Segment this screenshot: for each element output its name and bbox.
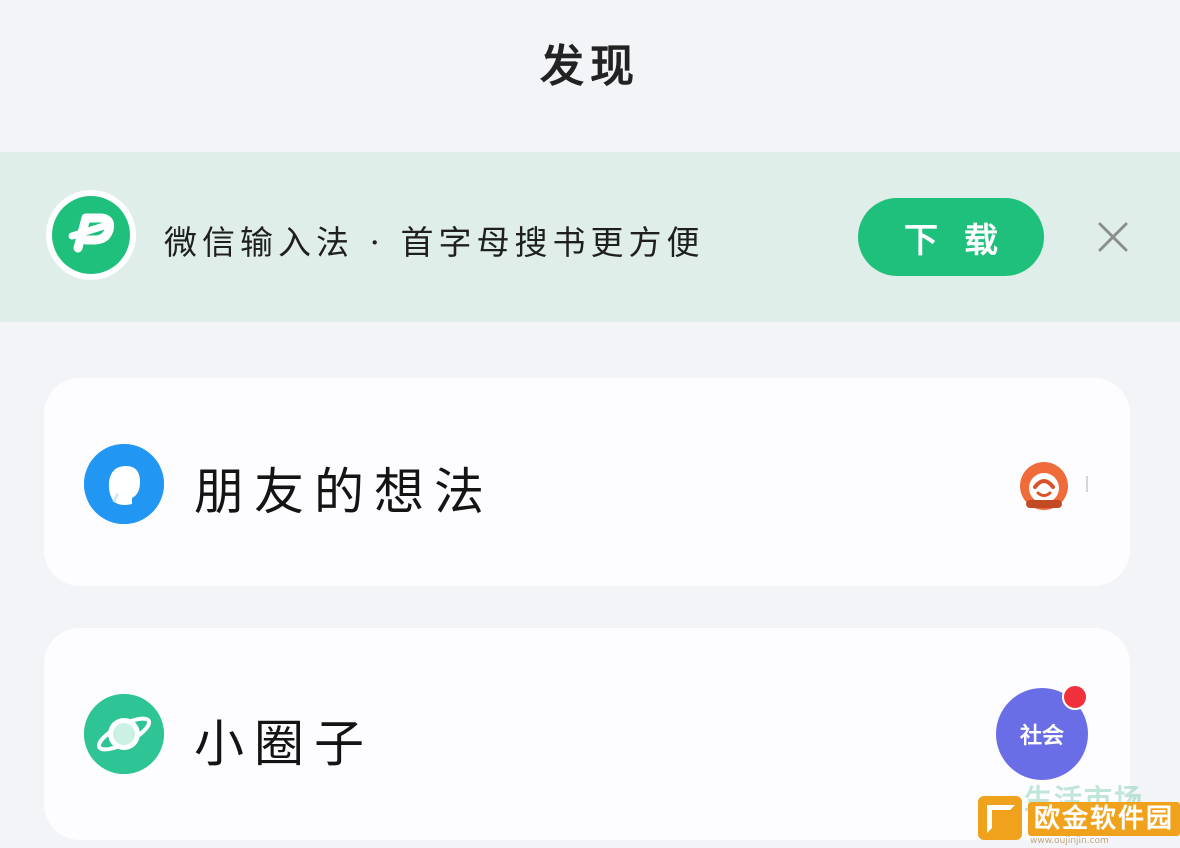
- page-title: 发现: [540, 41, 640, 92]
- wechat-input-method-icon: [46, 190, 136, 280]
- divider-tick: [1086, 476, 1088, 492]
- banner-text: 微信输入法 · 首字母搜书更方便: [164, 223, 705, 262]
- watermark-brand: 欧金软件园: [1028, 802, 1180, 836]
- friend-thoughts-icon: [84, 444, 164, 524]
- download-button[interactable]: 下载: [858, 198, 1044, 276]
- friend-avatar[interactable]: [1018, 460, 1070, 512]
- menu-item-circle[interactable]: 小圈子 社会: [44, 628, 1130, 840]
- watermark-logo-icon: [978, 796, 1022, 840]
- menu-item-friend-thoughts[interactable]: 朋友的想法: [44, 378, 1130, 586]
- watermark-url: www.oujinjin.com: [1030, 836, 1109, 846]
- planet-icon: [84, 694, 164, 774]
- watermark: 生活市场 欧金软件园 www.oujinjin.com: [978, 778, 1180, 846]
- menu-item-label: 小圈子: [194, 715, 374, 773]
- close-icon[interactable]: [1094, 218, 1132, 256]
- notification-dot: [1062, 684, 1088, 710]
- menu-item-label: 朋友的想法: [194, 463, 494, 521]
- promo-banner[interactable]: 微信输入法 · 首字母搜书更方便 下载: [0, 152, 1180, 322]
